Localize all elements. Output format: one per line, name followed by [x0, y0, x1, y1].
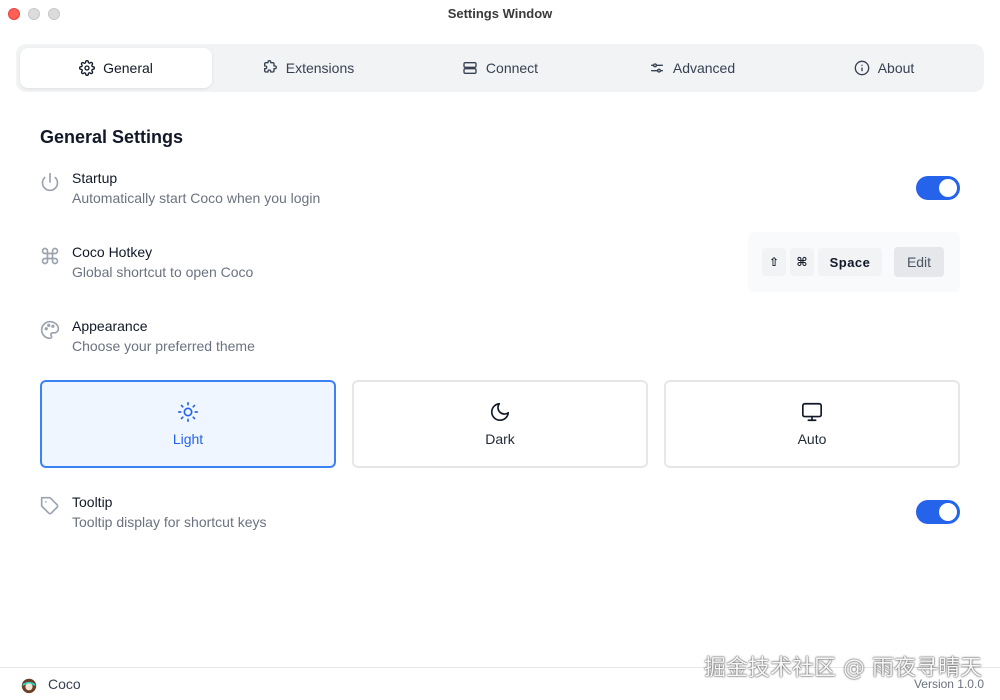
footer-app-name: Coco	[48, 676, 81, 692]
sun-icon	[178, 402, 198, 422]
tab-label: Advanced	[672, 60, 736, 76]
theme-label: Light	[172, 431, 204, 447]
gear-icon	[79, 60, 96, 76]
coco-logo-icon	[21, 678, 37, 694]
title-bar: Settings Window	[0, 0, 1000, 28]
power-icon	[41, 172, 59, 192]
theme-label: Auto	[797, 431, 827, 447]
theme-label: Dark	[485, 431, 515, 447]
toggle-knob	[939, 179, 957, 197]
setting-tooltip: Tooltip Tooltip display for shortcut key…	[40, 494, 960, 538]
toggle-knob	[939, 503, 957, 521]
theme-auto-option[interactable]: Auto	[664, 380, 960, 468]
section-title: General Settings	[40, 127, 184, 147]
tab-label: General	[103, 60, 153, 76]
setting-appearance: Appearance Choose your preferred theme	[40, 318, 960, 362]
startup-title: Startup	[72, 170, 118, 186]
theme-light-option[interactable]: Light	[40, 380, 336, 468]
tab-about[interactable]: About	[788, 48, 980, 88]
hotkey-description: Global shortcut to open Coco	[72, 264, 254, 280]
theme-dark-option[interactable]: Dark	[352, 380, 648, 468]
setting-startup: Startup Automatically start Coco when yo…	[40, 170, 960, 214]
tab-general[interactable]: General	[20, 48, 212, 88]
hotkey-title: Coco Hotkey	[72, 244, 153, 260]
tab-extensions[interactable]: Extensions	[212, 48, 404, 88]
tooltip-title: Tooltip	[72, 494, 113, 510]
theme-selector: Light Dark Auto	[40, 380, 960, 468]
appearance-title: Appearance	[72, 318, 148, 334]
tooltip-description: Tooltip display for shortcut keys	[72, 514, 267, 530]
startup-toggle[interactable]	[916, 176, 960, 200]
tab-connect[interactable]: Connect	[404, 48, 596, 88]
server-icon	[463, 62, 477, 74]
tab-advanced[interactable]: Advanced	[596, 48, 788, 88]
setting-hotkey: Coco Hotkey Global shortcut to open Coco…	[40, 232, 960, 292]
monitor-icon	[802, 402, 822, 422]
window-title: Settings Window	[447, 6, 553, 21]
command-key: ⌘	[790, 248, 814, 276]
space-key: Space	[818, 248, 882, 276]
shift-key: ⇧	[762, 248, 786, 276]
tab-label: About	[877, 60, 915, 76]
appearance-description: Choose your preferred theme	[72, 338, 255, 354]
watermark-text: 掘金技术社区 @ 雨夜寻晴天	[704, 656, 982, 681]
moon-icon	[490, 402, 510, 422]
tooltip-toggle[interactable]	[916, 500, 960, 524]
edit-hotkey-button[interactable]: Edit	[894, 247, 944, 277]
startup-description: Automatically start Coco when you login	[72, 190, 321, 206]
settings-tabs: General Extensions Connect Advanced Abou…	[16, 44, 984, 92]
puzzle-icon	[263, 60, 277, 73]
palette-icon	[40, 320, 60, 340]
tab-label: Connect	[485, 60, 539, 76]
info-icon	[854, 60, 870, 76]
command-icon	[41, 247, 59, 265]
tag-icon	[40, 496, 59, 515]
hotkey-recorder[interactable]: ⇧ ⌘ Space Edit	[748, 232, 960, 292]
sliders-icon	[650, 63, 663, 73]
tab-label: Extensions	[285, 60, 355, 76]
